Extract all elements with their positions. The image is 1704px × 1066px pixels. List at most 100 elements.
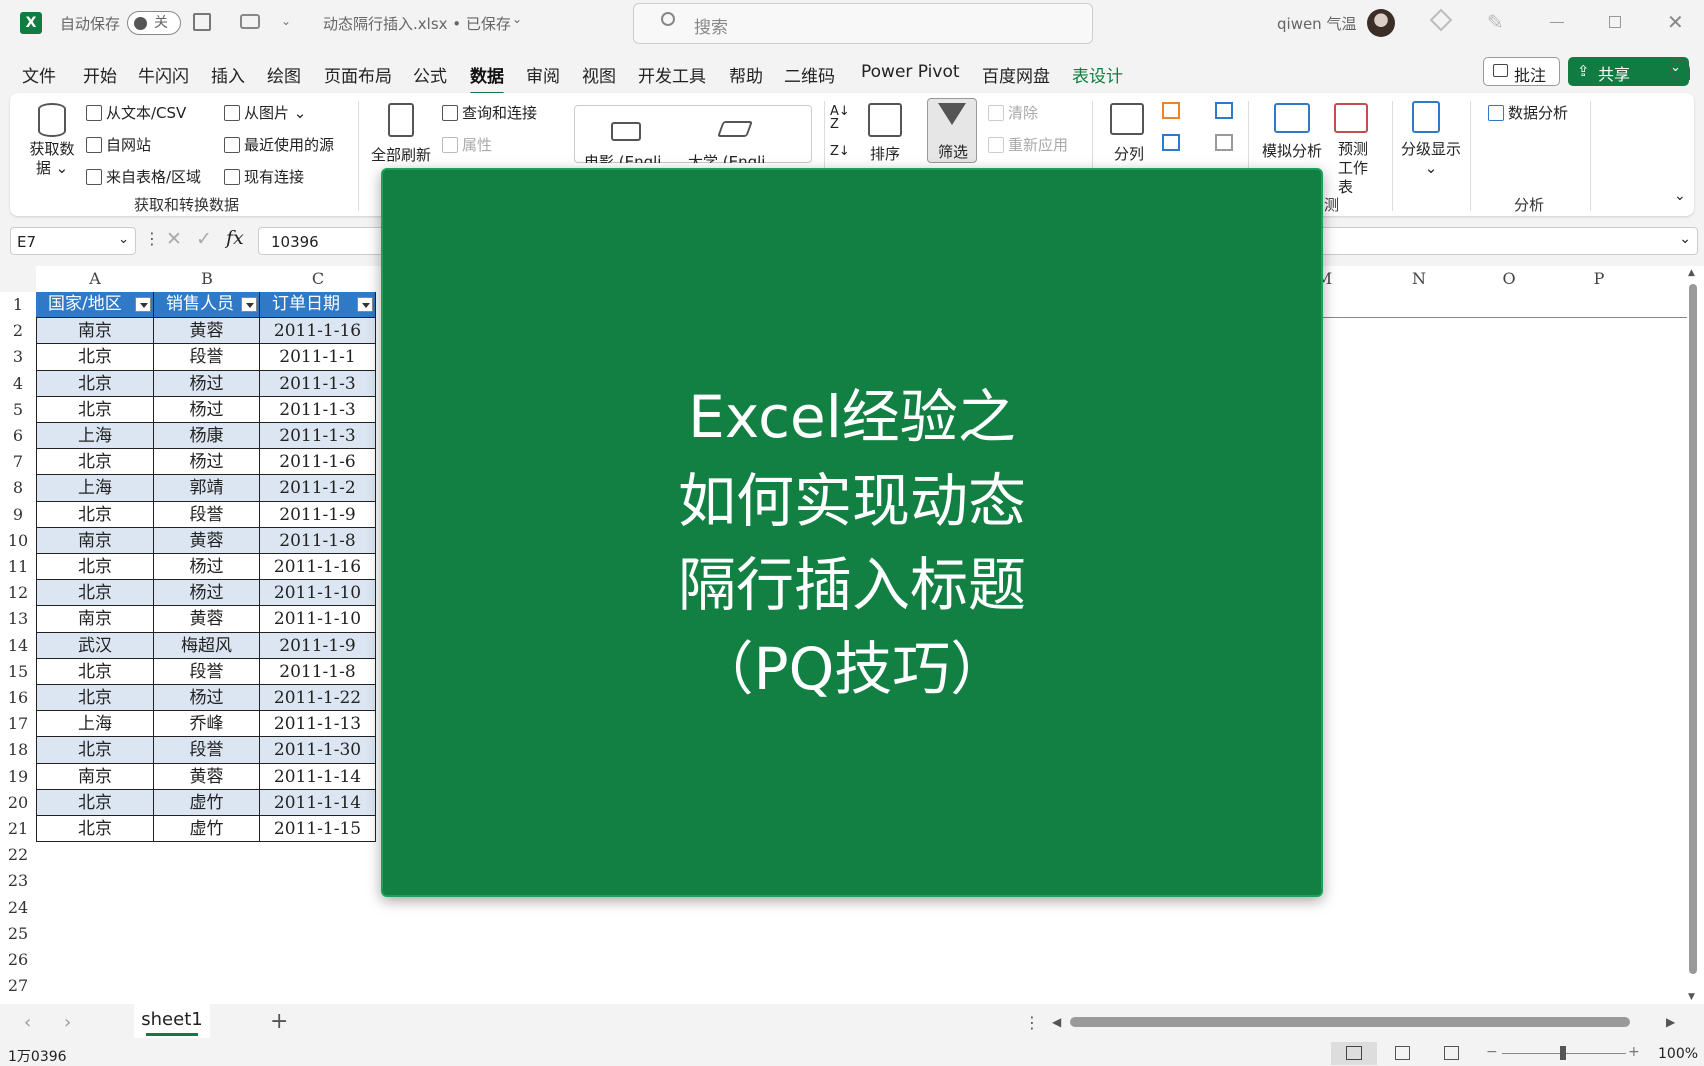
table-cell[interactable]: 南京 [36, 606, 154, 633]
search-box[interactable]: 搜索 [633, 3, 1093, 44]
table-cell[interactable]: 2011-1-30 [260, 737, 376, 764]
table-cell[interactable]: 北京 [36, 816, 154, 843]
table-cell[interactable]: 段誉 [154, 737, 260, 764]
column-header-a[interactable]: A [36, 266, 154, 292]
table-cell[interactable]: 2011-1-6 [260, 449, 376, 476]
row-header[interactable]: 16 [0, 685, 36, 711]
tab-formulas[interactable]: 公式 [413, 62, 447, 87]
zoom-level[interactable]: 100% [1658, 1046, 1698, 1062]
horizontal-scroll-thumb[interactable] [1070, 1017, 1630, 1027]
from-table-button[interactable]: 来自表格/区域 [86, 166, 201, 187]
row-header[interactable]: 21 [0, 816, 36, 842]
save-icon[interactable] [193, 13, 211, 31]
row-header[interactable]: 3 [0, 344, 36, 370]
table-cell[interactable]: 2011-1-13 [260, 711, 376, 738]
row-header[interactable]: 9 [0, 502, 36, 528]
table-cell[interactable]: 2011-1-22 [260, 685, 376, 712]
row-header[interactable]: 8 [0, 475, 36, 501]
vertical-scrollbar[interactable]: ▲ ▼ [1687, 266, 1699, 1004]
page-layout-view-icon[interactable] [1395, 1046, 1410, 1060]
row-header[interactable]: 15 [0, 659, 36, 685]
table-cell[interactable]: 2011-1-15 [260, 816, 376, 843]
name-box[interactable]: E7 ⌄ [10, 227, 136, 255]
table-cell[interactable]: 北京 [36, 554, 154, 581]
forecast-sheet-button[interactable]: 预测工作表 [1338, 140, 1374, 197]
row-header[interactable]: 23 [0, 868, 36, 894]
tab-qrcode[interactable]: 二维码 [784, 62, 835, 87]
row-header[interactable]: 6 [0, 423, 36, 449]
clear-filter-button[interactable]: 清除 [988, 102, 1038, 123]
avatar[interactable] [1367, 9, 1395, 37]
from-text-csv-button[interactable]: 从文本/CSV [86, 102, 186, 123]
sheet-tab[interactable]: sheet1 [134, 1004, 210, 1038]
column-header-o[interactable]: O [1464, 266, 1554, 292]
existing-connections-button[interactable]: 现有连接 [224, 166, 304, 187]
cancel-formula-icon[interactable]: ✕ [166, 228, 182, 250]
file-name[interactable]: 动态隔行插入.xlsx • 已保存 [323, 13, 511, 34]
table-cell[interactable]: 2011-1-8 [260, 527, 376, 554]
row-header[interactable]: 26 [0, 947, 36, 973]
table-cell[interactable]: 2011-1-10 [260, 580, 376, 607]
text-to-columns-button[interactable]: 分列 [1114, 143, 1144, 164]
restore-icon[interactable] [1609, 16, 1621, 28]
chevron-down-icon[interactable]: ⌄ [512, 12, 522, 26]
table-header-cell[interactable]: 订单日期 [260, 292, 376, 319]
table-cell[interactable]: 2011-1-8 [260, 658, 376, 685]
autosave-toggle[interactable]: 关 [127, 11, 181, 35]
add-sheet-icon[interactable]: + [270, 1009, 288, 1034]
tab-data[interactable]: 数据 [470, 62, 504, 95]
relationships-icon[interactable] [1215, 134, 1233, 151]
table-cell[interactable]: 北京 [36, 658, 154, 685]
outline-button[interactable]: 分级显示 ⌄ [1400, 138, 1462, 177]
table-cell[interactable]: 2011-1-16 [260, 318, 376, 345]
table-cell[interactable]: 2011-1-9 [260, 501, 376, 528]
table-cell[interactable]: 北京 [36, 580, 154, 607]
table-cell[interactable]: 黄蓉 [154, 527, 260, 554]
table-cell[interactable]: 黄蓉 [154, 763, 260, 790]
table-cell[interactable]: 乔峰 [154, 711, 260, 738]
table-cell[interactable]: 杨过 [154, 685, 260, 712]
table-cell[interactable]: 北京 [36, 396, 154, 423]
tab-page-layout[interactable]: 页面布局 [324, 62, 392, 87]
tab-file[interactable]: 文件 [22, 62, 56, 87]
tab-insert[interactable]: 插入 [211, 62, 245, 87]
properties-button[interactable]: 属性 [442, 134, 492, 155]
get-data-button[interactable]: 获取数据 ⌄ [28, 140, 76, 178]
data-type-movie[interactable]: 电影 (Engli [584, 151, 661, 163]
row-header[interactable]: 5 [0, 397, 36, 423]
data-type-university[interactable]: 大学 (Engli [688, 151, 765, 163]
table-cell[interactable]: 南京 [36, 318, 154, 345]
table-cell[interactable]: 段誉 [154, 344, 260, 371]
table-cell[interactable]: 北京 [36, 501, 154, 528]
row-header[interactable]: 10 [0, 528, 36, 554]
table-cell[interactable]: 2011-1-9 [260, 632, 376, 659]
zoom-slider-handle[interactable] [1560, 1046, 1566, 1060]
scroll-down-icon[interactable]: ▼ [1688, 992, 1695, 1002]
next-sheet-icon[interactable]: › [64, 1012, 71, 1033]
prev-sheet-icon[interactable]: ‹ [24, 1012, 31, 1033]
recent-sources-button[interactable]: 最近使用的源 [224, 134, 334, 155]
table-cell[interactable]: 上海 [36, 711, 154, 738]
table-cell[interactable]: 2011-1-2 [260, 475, 376, 502]
table-cell[interactable]: 南京 [36, 763, 154, 790]
user-name[interactable]: qiwen 气温 [1277, 13, 1356, 34]
filter-dropdown-icon[interactable] [357, 297, 373, 312]
vertical-scroll-thumb[interactable] [1689, 284, 1697, 974]
more-options-icon[interactable]: ⋮ [144, 229, 160, 248]
refresh-all-button[interactable]: 全部刷新 [371, 144, 431, 165]
table-cell[interactable]: 杨过 [154, 580, 260, 607]
row-header[interactable]: 1 [0, 292, 36, 318]
tab-developer[interactable]: 开发工具 [638, 62, 706, 87]
row-header[interactable]: 20 [0, 790, 36, 816]
table-cell[interactable]: 郭靖 [154, 475, 260, 502]
filter-dropdown-icon[interactable] [241, 297, 257, 312]
diamond-icon[interactable] [1429, 8, 1453, 32]
table-cell[interactable]: 北京 [36, 685, 154, 712]
table-cell[interactable]: 杨过 [154, 554, 260, 581]
chevron-down-icon[interactable]: ⌄ [118, 232, 129, 247]
table-cell[interactable]: 武汉 [36, 632, 154, 659]
table-cell[interactable]: 杨过 [154, 396, 260, 423]
table-cell[interactable]: 上海 [36, 423, 154, 450]
scroll-right-icon[interactable]: ▶ [1666, 1015, 1675, 1029]
row-header[interactable]: 19 [0, 764, 36, 790]
